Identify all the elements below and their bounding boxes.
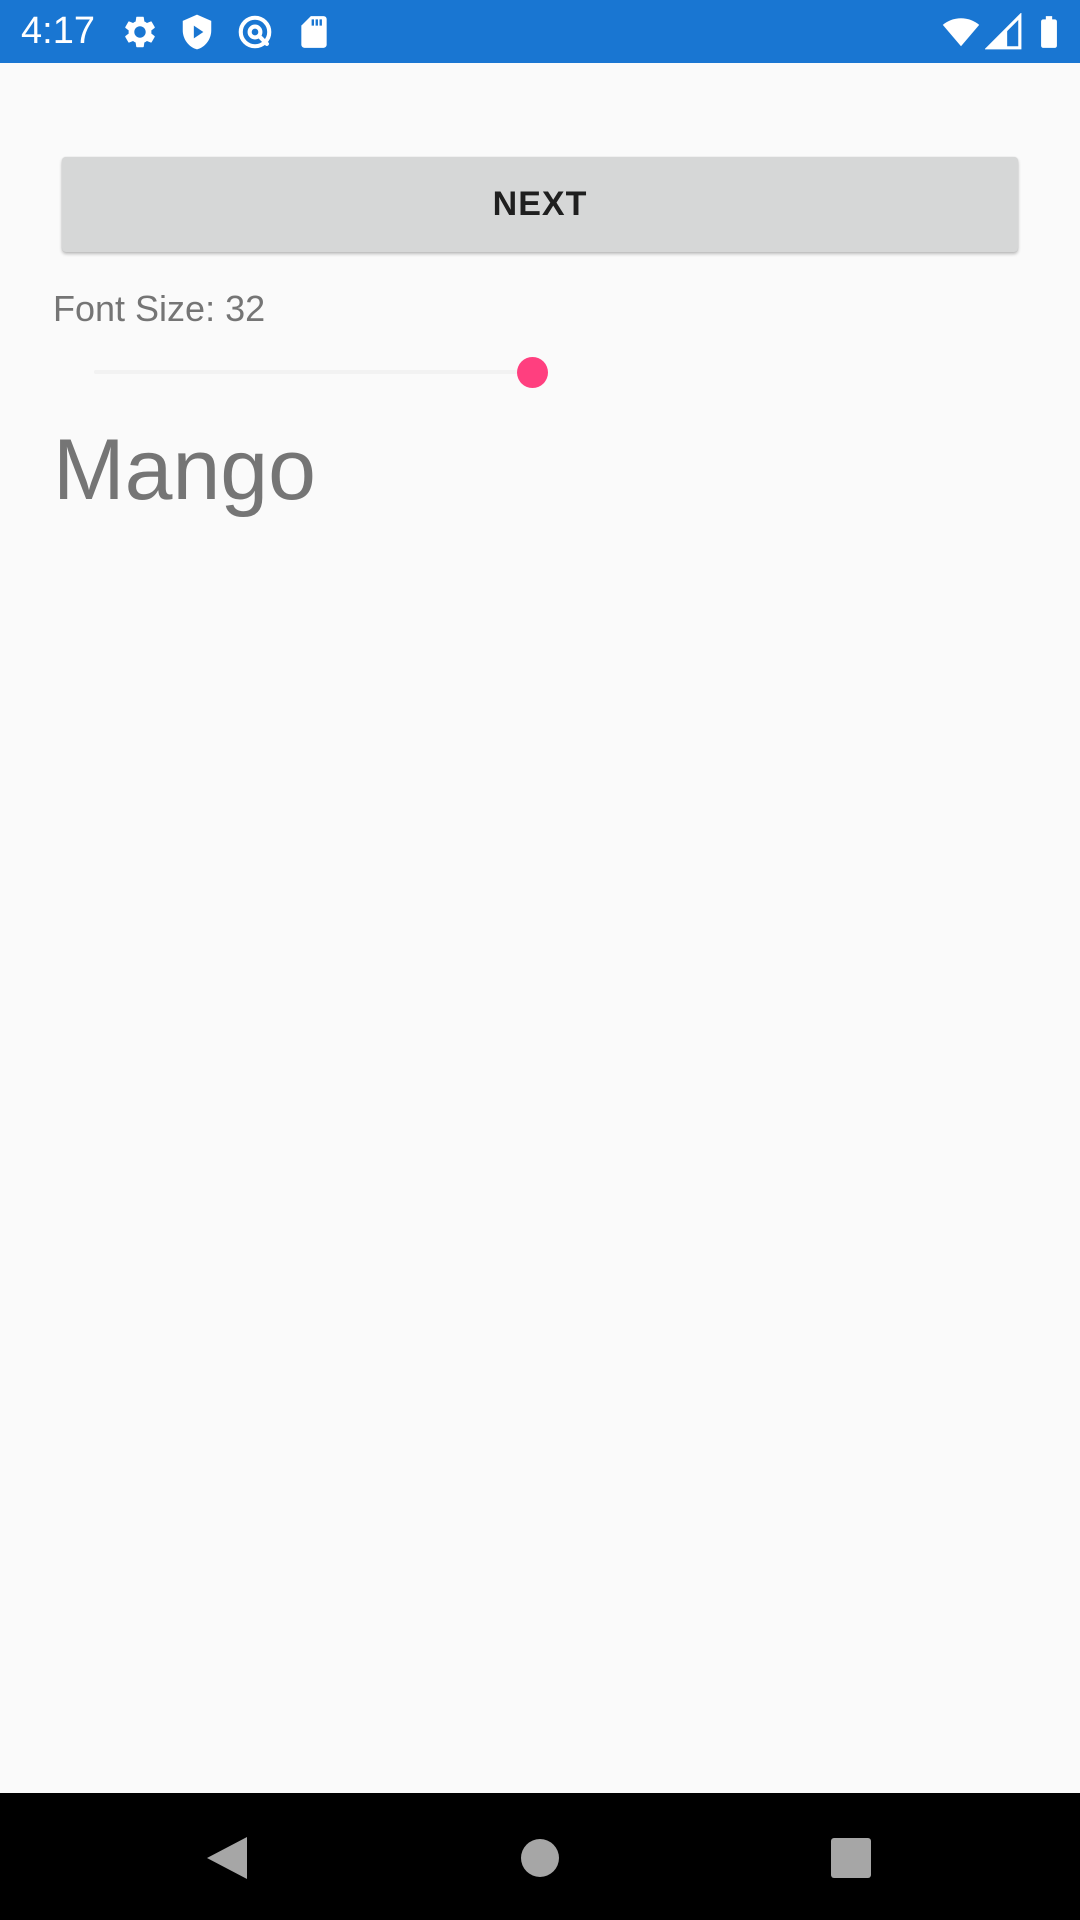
vpn-key-icon xyxy=(236,13,274,51)
back-icon[interactable] xyxy=(191,1823,261,1893)
sd-card-icon xyxy=(295,13,333,51)
font-size-slider[interactable] xyxy=(94,352,548,392)
status-bar: 4:17 xyxy=(0,0,1080,63)
navigation-bar xyxy=(0,1793,1080,1920)
play-protect-icon xyxy=(178,13,216,51)
slider-thumb[interactable] xyxy=(517,357,548,388)
preview-text: Mango xyxy=(53,422,316,518)
cell-signal-icon xyxy=(985,13,1023,51)
status-time: 4:17 xyxy=(21,10,95,52)
wifi-icon xyxy=(942,13,980,51)
screen: 4:17 NEXT Font Size: 32 Mango xyxy=(0,0,1080,1920)
slider-track[interactable] xyxy=(94,370,532,374)
next-button[interactable]: NEXT xyxy=(62,157,1018,252)
recents-icon[interactable] xyxy=(816,1823,886,1893)
battery-icon xyxy=(1030,13,1068,51)
home-icon[interactable] xyxy=(505,1823,575,1893)
settings-icon xyxy=(121,13,159,51)
font-size-label: Font Size: 32 xyxy=(53,288,266,329)
next-button-label: NEXT xyxy=(492,185,588,223)
